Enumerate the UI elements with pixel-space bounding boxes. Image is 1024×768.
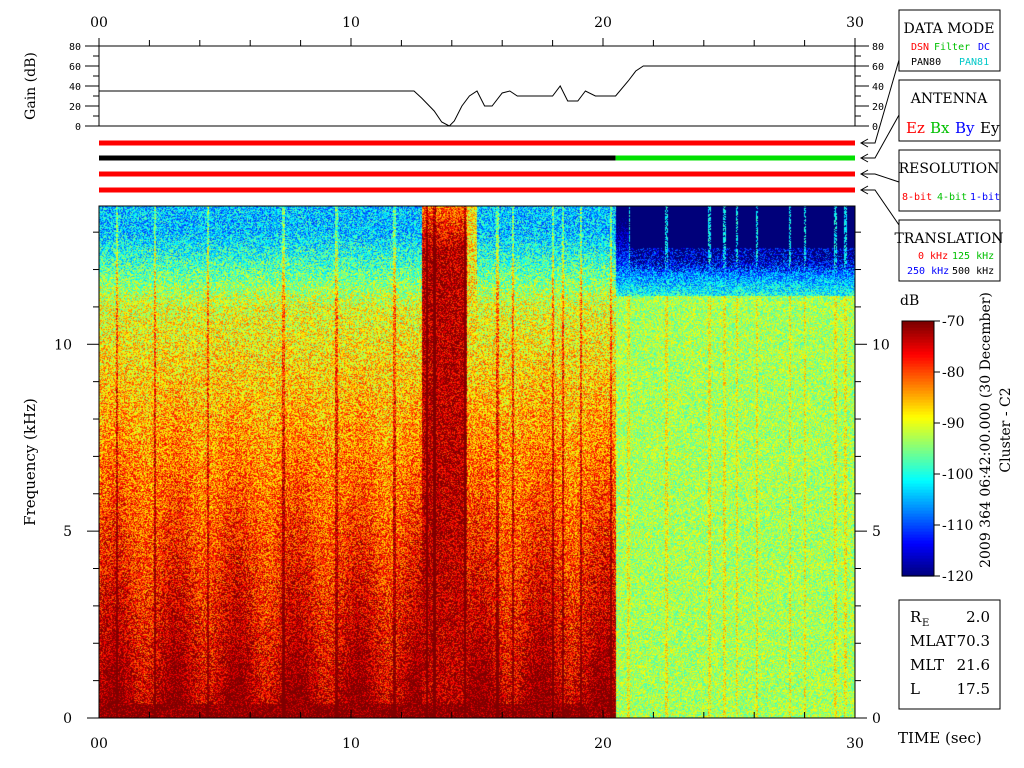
top-time-label: 10: [342, 15, 360, 31]
colorbar-gradient: [902, 321, 934, 577]
bottom-time-label: 20: [594, 736, 612, 752]
resolution-item: 8-bit: [902, 192, 932, 203]
resolution-item: 1-bit: [970, 192, 1000, 203]
orbit-row-value: 2.0: [966, 608, 990, 626]
spectrogram-raster: [99, 206, 855, 718]
colorbar-tick-label: -100: [942, 467, 973, 483]
spectrogram-panel: 0 0 5 5 10 10 Frequency (kHz): [21, 205, 890, 727]
colorbar-tick-label: -70: [942, 314, 965, 330]
gain-tick-label-left: 40: [69, 82, 81, 93]
date-time-label: 2009 364 06:42:00.000 (30 December): [978, 292, 994, 568]
bottom-time-label: 10: [342, 736, 360, 752]
gain-axis-ticks: 0 0 20 20 40 40 60 60 80 80: [69, 42, 884, 133]
resolution-title: RESOLUTION: [899, 161, 1000, 177]
translation-title: TRANSLATION: [894, 231, 1003, 247]
gain-axis-label: Gain (dB): [23, 52, 39, 120]
gain-tick-label-right: 0: [872, 122, 878, 133]
legend-boxes: DATA MODE DSN Filter DC PAN80 PAN81 ANTENNA Ez B…: [894, 9, 1004, 282]
colorbar-step: [902, 321, 934, 325]
colorbar-tick-label: -80: [942, 365, 965, 381]
data-mode-item: Filter: [934, 42, 970, 53]
orbit-row-value: 21.6: [957, 656, 990, 674]
bottom-time-label: 30: [846, 736, 864, 752]
spectrogram-image: [99, 206, 855, 718]
orbit-row-value: 17.5: [957, 680, 990, 698]
translation-item: 0 kHz: [918, 251, 948, 262]
frequency-axis-label: Frequency (kHz): [21, 398, 39, 526]
translation-item: 500 kHz: [952, 266, 994, 277]
freq-tick-label-left: 0: [63, 711, 72, 727]
spacecraft-label: Cluster - C2: [998, 387, 1014, 472]
gain-plot-frame: [98, 45, 856, 127]
antenna-item: Ey: [980, 119, 1000, 137]
orbit-info-box: R E 2.0 MLAT 70.3 MLT 21.6 L 17.5: [898, 599, 1001, 710]
data-mode-item: PAN81: [959, 57, 989, 68]
orbit-row-label: MLT: [910, 656, 944, 674]
translation-item: 250 kHz: [907, 266, 949, 277]
cluster-wideband-plot: 0 020 2040 4060 6080 80 Gain (dB) 00 10 20 30 00…: [21, 9, 1014, 752]
freq-tick-label-right: 5: [872, 524, 881, 540]
orbit-row-subscript: E: [922, 618, 929, 629]
freq-tick-label-left: 5: [63, 524, 72, 540]
gain-curve-layer: [99, 65, 855, 127]
data-mode-item: DC: [978, 42, 990, 53]
gain-tick-label-right: 40: [872, 82, 884, 93]
data-mode-title: DATA MODE: [904, 21, 995, 37]
legend-connector: [862, 114, 900, 159]
mode-bars: [99, 140, 855, 193]
antenna-title: ANTENNA: [910, 91, 988, 107]
colorbar-tick-label: -110: [942, 518, 973, 534]
freq-tick-label-right: 0: [872, 711, 881, 727]
freq-tick-label-right: 10: [872, 337, 890, 353]
data-mode-item: DSN: [911, 42, 929, 53]
colorbar-tick-label: -90: [942, 416, 965, 432]
gain-tick-label-left: 0: [75, 122, 81, 133]
orbit-row-label: R: [910, 608, 922, 626]
gain-tick-label-left: 20: [69, 102, 81, 113]
gain-tick-label-right: 60: [872, 62, 884, 73]
antenna-item: Bx: [930, 119, 950, 137]
top-time-label: 00: [90, 15, 108, 31]
colorbar-tick-label: -120: [942, 569, 973, 585]
colorbar-unit-label: dB: [900, 293, 919, 309]
resolution-item: 4-bit: [937, 192, 967, 203]
antenna-item: Ez: [906, 119, 925, 137]
top-time-axis: 00 10 20 30: [90, 15, 864, 46]
orbit-row-label: L: [910, 680, 920, 698]
gain-panel: 0 0 20 20 40 40 60 60 80 80 Gain (dB): [23, 42, 884, 133]
top-time-label: 30: [846, 15, 864, 31]
orbit-row-label: MLAT: [910, 632, 955, 650]
freq-tick-label-left: 10: [54, 337, 72, 353]
legend-connector: [862, 189, 900, 226]
gain-curve: [99, 65, 855, 127]
data-mode-item: PAN80: [911, 57, 941, 68]
bottom-time-label: 00: [90, 736, 108, 752]
translation-item: 125 kHz: [952, 251, 994, 262]
time-axis-label: TIME (sec): [898, 729, 982, 747]
colorbar: dB -70 -80 -90 -100 -110 -120: [900, 293, 973, 585]
gain-tick-label-right: 80: [872, 42, 884, 53]
gain-tick-label-left: 60: [69, 62, 81, 73]
gain-tick-label-left: 80: [69, 42, 81, 53]
antenna-item: By: [955, 119, 975, 137]
top-time-label: 20: [594, 15, 612, 31]
gain-tick-label-right: 20: [872, 102, 884, 113]
orbit-row-value: 70.3: [957, 632, 990, 650]
colorbar-ticks: -70 -80 -90 -100 -110 -120: [934, 314, 973, 585]
